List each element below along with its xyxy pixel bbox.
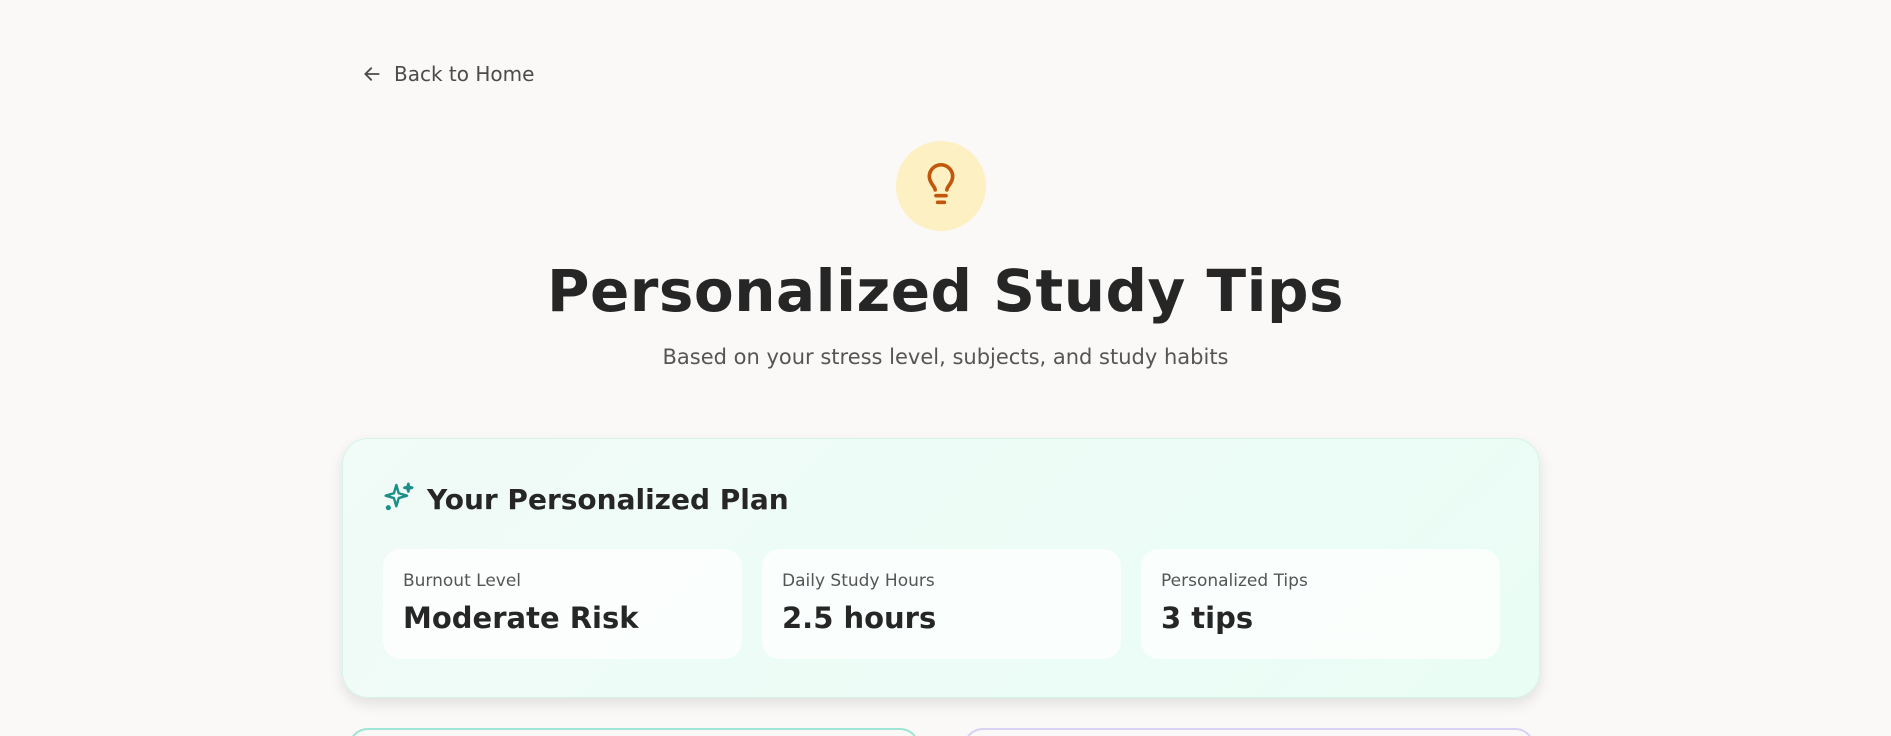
back-link-label: Back to Home <box>394 62 535 86</box>
stat-label: Burnout Level <box>403 571 522 591</box>
page: Back to Home Personalized Study Tips Bas… <box>0 0 1891 736</box>
stat-value: Moderate Risk <box>403 601 639 635</box>
stat-value: 3 tips <box>1161 601 1254 635</box>
page-subtitle: Based on your stress level, subjects, an… <box>662 345 1229 369</box>
back-to-home-link[interactable]: Back to Home <box>362 62 534 86</box>
arrow-left-icon <box>362 64 382 84</box>
page-title: Personalized Study Tips <box>546 257 1345 325</box>
hero-icon-badge <box>896 141 986 231</box>
tip-card-partial <box>348 728 920 736</box>
stat-value: 2.5 hours <box>782 601 937 635</box>
plan-header: Your Personalized Plan <box>383 481 789 517</box>
stat-card-burnout-level: Burnout Level Moderate Risk <box>383 549 742 659</box>
personalized-plan-card: Your Personalized Plan Burnout Level Mod… <box>342 438 1540 698</box>
stat-card-personalized-tips: Personalized Tips 3 tips <box>1141 549 1500 659</box>
sparkles-icon <box>383 481 415 517</box>
plan-stats: Burnout Level Moderate Risk Daily Study … <box>383 549 1500 659</box>
stat-card-daily-study-hours: Daily Study Hours 2.5 hours <box>762 549 1121 659</box>
stat-label: Personalized Tips <box>1161 571 1308 591</box>
stat-label: Daily Study Hours <box>782 571 935 591</box>
lightbulb-icon <box>921 160 961 212</box>
plan-title: Your Personalized Plan <box>427 482 789 516</box>
tip-card-partial <box>963 728 1535 736</box>
